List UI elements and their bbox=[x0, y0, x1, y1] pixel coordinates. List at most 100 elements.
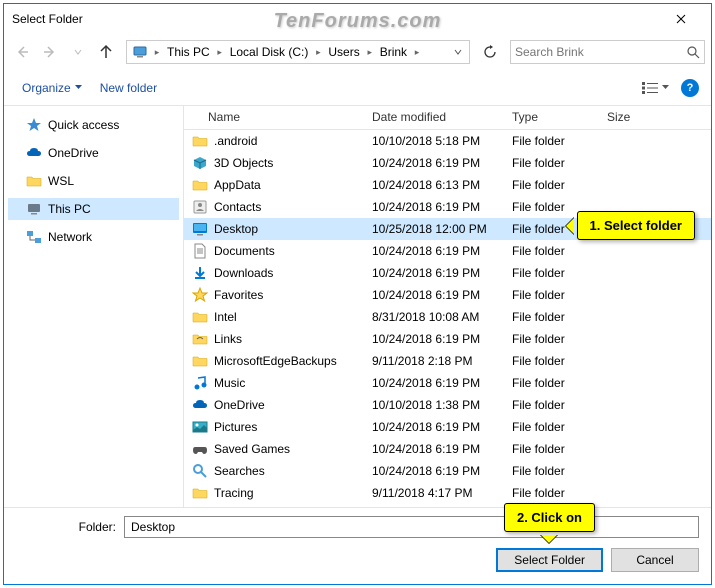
file-name: AppData bbox=[214, 178, 261, 192]
file-name: Documents bbox=[214, 244, 275, 258]
table-row[interactable]: Documents10/24/2018 6:19 PMFile folder bbox=[184, 240, 711, 262]
table-row[interactable]: Tracing9/11/2018 4:17 PMFile folder bbox=[184, 482, 711, 504]
table-row[interactable]: Pictures10/24/2018 6:19 PMFile folder bbox=[184, 416, 711, 438]
back-button[interactable] bbox=[10, 40, 34, 64]
desktop-icon bbox=[192, 221, 208, 237]
file-date: 10/24/2018 6:19 PM bbox=[364, 332, 504, 346]
file-type: File folder bbox=[504, 178, 599, 192]
cancel-button[interactable]: Cancel bbox=[611, 548, 699, 572]
file-name: Intel bbox=[214, 310, 237, 324]
file-type: File folder bbox=[504, 442, 599, 456]
column-size[interactable]: Size bbox=[599, 106, 659, 129]
folder-label: Folder: bbox=[16, 520, 116, 534]
file-date: 10/24/2018 6:13 PM bbox=[364, 178, 504, 192]
sidebar-item-network[interactable]: Network bbox=[8, 226, 179, 248]
cloud-icon bbox=[26, 145, 42, 161]
column-date[interactable]: Date modified bbox=[364, 106, 504, 129]
file-date: 9/11/2018 2:18 PM bbox=[364, 354, 504, 368]
pc-icon bbox=[131, 43, 149, 61]
sidebar-item-label: Network bbox=[48, 230, 92, 244]
sidebar-item-quick-access[interactable]: Quick access bbox=[8, 114, 179, 136]
file-name: Music bbox=[214, 376, 245, 390]
links-icon bbox=[192, 331, 208, 347]
file-date: 10/24/2018 6:19 PM bbox=[364, 156, 504, 170]
dialog-footer: Folder: Select Folder Cancel bbox=[4, 508, 711, 584]
table-row[interactable]: Downloads10/24/2018 6:19 PMFile folder bbox=[184, 262, 711, 284]
organize-label: Organize bbox=[22, 81, 71, 95]
window-title: Select Folder bbox=[12, 12, 658, 26]
table-row[interactable]: MicrosoftEdgeBackups9/11/2018 2:18 PMFil… bbox=[184, 350, 711, 372]
search-icon bbox=[192, 463, 208, 479]
file-name: Saved Games bbox=[214, 442, 290, 456]
column-type[interactable]: Type bbox=[504, 106, 599, 129]
table-row[interactable]: Favorites10/24/2018 6:19 PMFile folder bbox=[184, 284, 711, 306]
table-row[interactable]: Links10/24/2018 6:19 PMFile folder bbox=[184, 328, 711, 350]
table-row[interactable]: Searches10/24/2018 6:19 PMFile folder bbox=[184, 460, 711, 482]
breadcrumb-sep-icon: ▸ bbox=[312, 47, 324, 58]
organize-menu[interactable]: Organize bbox=[16, 77, 88, 99]
sidebar-item-wsl[interactable]: WSL bbox=[8, 170, 179, 192]
search-icon bbox=[687, 46, 700, 59]
up-button[interactable] bbox=[94, 40, 118, 64]
forward-button[interactable] bbox=[38, 40, 62, 64]
table-row[interactable]: Videos10/24/2018 6:19 PMFile folder bbox=[184, 504, 711, 507]
file-date: 9/11/2018 4:17 PM bbox=[364, 486, 504, 500]
folder-icon bbox=[192, 485, 208, 501]
file-type: File folder bbox=[504, 486, 599, 500]
help-button[interactable]: ? bbox=[681, 79, 699, 97]
file-date: 10/24/2018 6:19 PM bbox=[364, 288, 504, 302]
sidebar-item-onedrive[interactable]: OneDrive bbox=[8, 142, 179, 164]
sidebar-item-label: WSL bbox=[48, 174, 74, 188]
search-input[interactable] bbox=[515, 45, 687, 59]
close-icon bbox=[676, 14, 686, 24]
breadcrumb-sep-icon: ▸ bbox=[411, 47, 423, 58]
search-box[interactable] bbox=[510, 40, 705, 64]
file-name: Contacts bbox=[214, 200, 261, 214]
network-icon bbox=[26, 229, 42, 245]
breadcrumb-segment[interactable]: Local Disk (C:) bbox=[226, 45, 313, 59]
arrow-up-icon bbox=[98, 44, 114, 60]
sidebar-item-this-pc[interactable]: This PC bbox=[8, 198, 179, 220]
column-name[interactable]: Name bbox=[184, 106, 364, 129]
file-type: File folder bbox=[504, 310, 599, 324]
file-name: MicrosoftEdgeBackups bbox=[214, 354, 337, 368]
file-type: File folder bbox=[504, 156, 599, 170]
chevron-down-icon bbox=[662, 84, 669, 91]
folder-icon bbox=[192, 177, 208, 193]
breadcrumb-segment[interactable]: Brink bbox=[376, 45, 411, 59]
file-date: 8/31/2018 10:08 AM bbox=[364, 310, 504, 324]
breadcrumb-bar[interactable]: ▸ This PC▸Local Disk (C:)▸Users▸Brink▸ bbox=[126, 40, 470, 64]
table-row[interactable]: .android10/10/2018 5:18 PMFile folder bbox=[184, 130, 711, 152]
star-icon bbox=[26, 117, 42, 133]
breadcrumb-segment[interactable]: Users bbox=[324, 45, 363, 59]
folder-row: Folder: bbox=[16, 516, 699, 538]
games-icon bbox=[192, 441, 208, 457]
table-row[interactable]: Music10/24/2018 6:19 PMFile folder bbox=[184, 372, 711, 394]
pc-icon bbox=[26, 201, 42, 217]
refresh-button[interactable] bbox=[478, 40, 502, 64]
file-date: 10/24/2018 6:19 PM bbox=[364, 244, 504, 258]
close-button[interactable] bbox=[658, 4, 703, 34]
file-name: 3D Objects bbox=[214, 156, 273, 170]
breadcrumb-dropdown[interactable] bbox=[449, 42, 467, 62]
table-row[interactable]: AppData 10/24/2018 6:13 PMFile folder bbox=[184, 174, 711, 196]
recent-dropdown[interactable] bbox=[66, 40, 90, 64]
file-type: File folder bbox=[504, 464, 599, 478]
view-menu[interactable] bbox=[636, 78, 675, 98]
file-type: File folder bbox=[504, 134, 599, 148]
table-row[interactable]: 3D Objects 10/24/2018 6:19 PMFile folder bbox=[184, 152, 711, 174]
table-row[interactable]: Saved Games10/24/2018 6:19 PMFile folder bbox=[184, 438, 711, 460]
file-name: Desktop bbox=[214, 222, 258, 236]
refresh-icon bbox=[483, 45, 497, 59]
new-folder-button[interactable]: New folder bbox=[94, 77, 163, 99]
file-date: 10/24/2018 6:19 PM bbox=[364, 266, 504, 280]
folder-icon bbox=[26, 173, 42, 189]
folder-input[interactable] bbox=[124, 516, 699, 538]
table-row[interactable]: Intel 8/31/2018 10:08 AMFile folder bbox=[184, 306, 711, 328]
table-row[interactable]: OneDrive10/10/2018 1:38 PMFile folder bbox=[184, 394, 711, 416]
folder-icon bbox=[192, 353, 208, 369]
downloads-icon bbox=[192, 265, 208, 281]
breadcrumb-segment[interactable]: This PC bbox=[163, 45, 214, 59]
sidebar-item-label: Quick access bbox=[48, 118, 119, 132]
pictures-icon bbox=[192, 419, 208, 435]
